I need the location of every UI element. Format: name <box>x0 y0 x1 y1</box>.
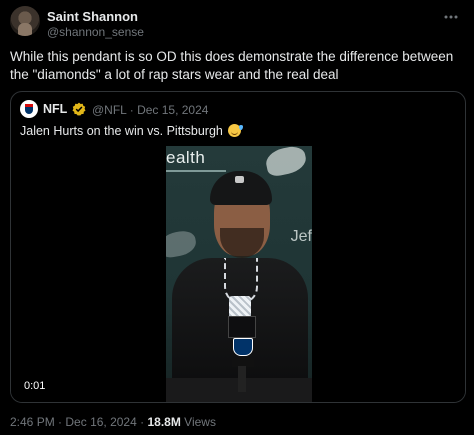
avatar[interactable] <box>10 6 40 36</box>
nfl-shield-icon <box>233 338 253 356</box>
video-player[interactable]: ealth Jef 0:01 <box>11 146 465 402</box>
microphone-stand <box>238 366 246 392</box>
tweet-text: While this pendant is so OD this does de… <box>10 49 454 82</box>
views-label: Views <box>184 415 216 429</box>
nfl-logo-avatar[interactable] <box>20 100 38 118</box>
eagles-logo-faded-icon <box>166 229 198 259</box>
tweet-metadata: 2:46 PM · Dec 16, 2024 · 18.8M Views <box>10 415 216 429</box>
post-time[interactable]: 2:46 PM <box>10 415 55 429</box>
author-display-name[interactable]: Saint Shannon <box>47 9 138 24</box>
backdrop-text: ealth <box>166 148 206 167</box>
meta-separator: · <box>140 415 145 429</box>
gold-verified-badge-icon <box>72 102 86 116</box>
quoted-tweet-card[interactable]: NFL @NFL · Dec 15, 2024 Jalen Hurts on t… <box>10 91 466 403</box>
microphone-flag <box>228 316 256 338</box>
backdrop-subline <box>166 170 226 172</box>
quoted-tweet-header: NFL @NFL · Dec 15, 2024 <box>20 100 460 120</box>
video-frame: ealth Jef <box>166 146 312 402</box>
tweet-header: Saint Shannon @shannon_sense <box>10 6 460 40</box>
backdrop-text-secondary: Jef <box>290 228 312 245</box>
nfl-shield-icon <box>24 103 34 115</box>
video-timestamp: 0:01 <box>24 380 46 392</box>
eagles-logo-icon <box>263 146 309 178</box>
author-handle[interactable]: @shannon_sense <box>47 25 144 39</box>
quoted-author-name[interactable]: NFL <box>43 102 67 116</box>
quoted-tweet-text-row: Jalen Hurts on the win vs. Pittsburgh <box>20 124 244 138</box>
views-count[interactable]: 18.8M <box>147 415 180 429</box>
meta-separator: · <box>58 415 63 429</box>
quoted-handle-date: @NFL · Dec 15, 2024 <box>92 103 209 117</box>
more-horizontal-icon[interactable] <box>442 10 460 24</box>
player-beard <box>220 228 264 258</box>
post-date[interactable]: Dec 16, 2024 <box>65 415 136 429</box>
sweat-smile-emoji-icon <box>228 124 244 137</box>
cap-logo-icon <box>235 176 244 183</box>
quoted-tweet-text: Jalen Hurts on the win vs. Pittsburgh <box>20 124 223 138</box>
